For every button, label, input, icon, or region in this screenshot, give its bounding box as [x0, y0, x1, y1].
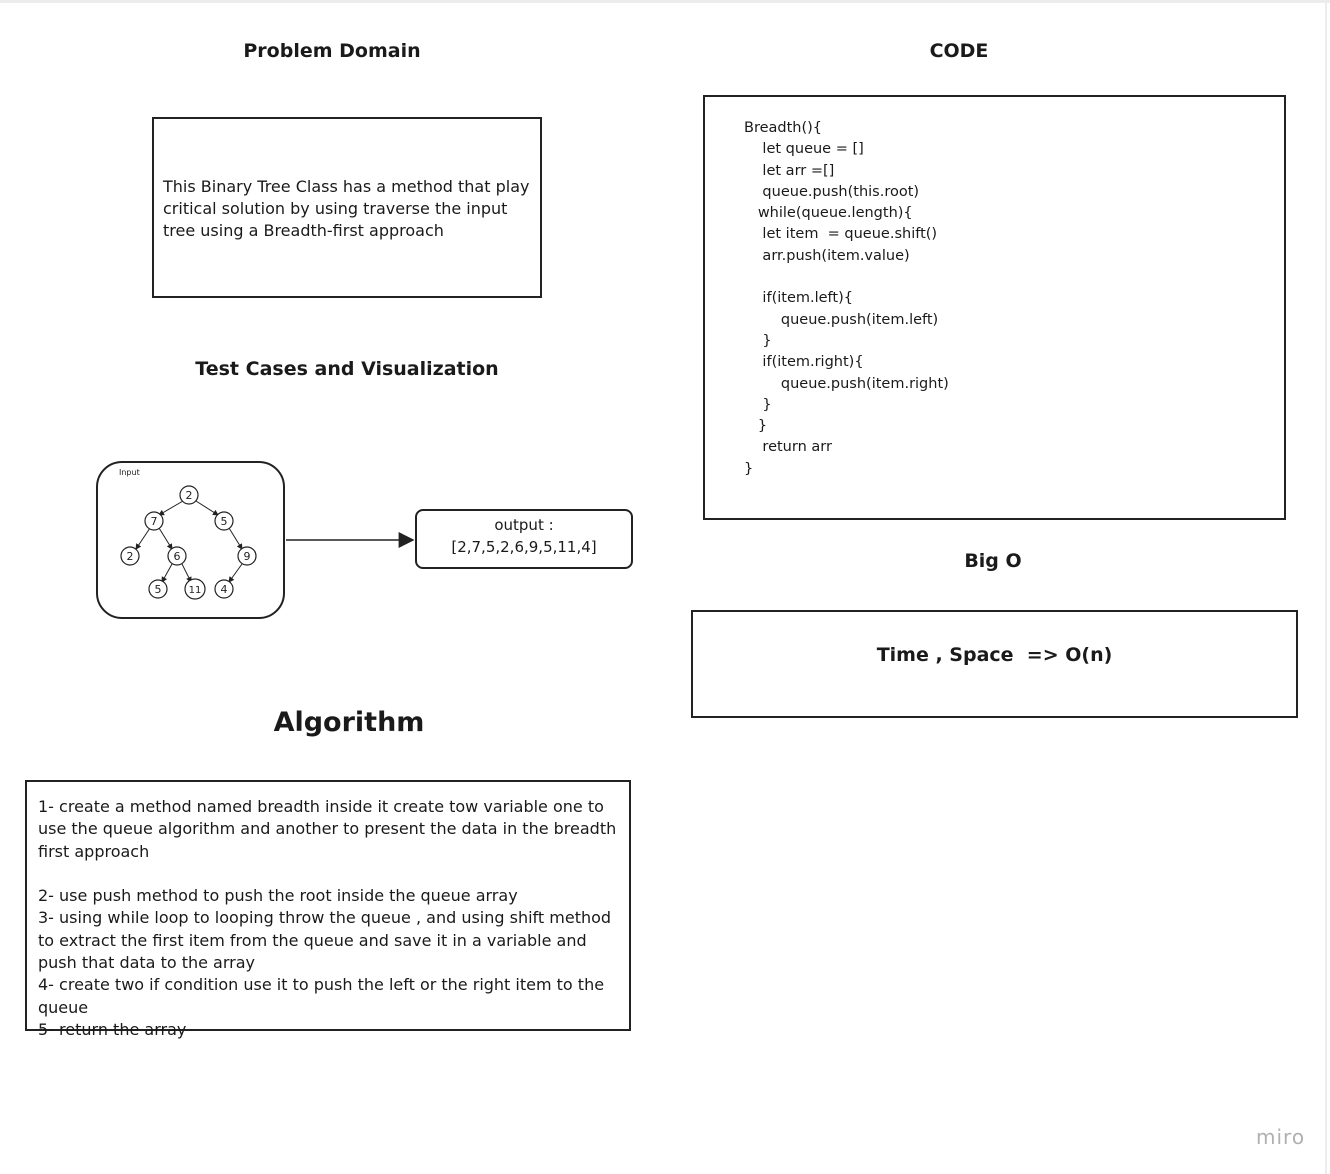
- input-label: Input: [119, 468, 140, 477]
- algorithm-step: 2- use push method to push the root insi…: [38, 886, 518, 906]
- code-line: Breadth(){: [744, 120, 823, 136]
- code-line: let item = queue.shift(): [744, 226, 938, 243]
- output-label: output :: [494, 516, 554, 534]
- problem-domain-box[interactable]: This Binary Tree Class has a method that…: [152, 117, 542, 298]
- code-line: arr.push(item.value): [744, 247, 910, 264]
- code-line: let arr =[]: [744, 162, 835, 179]
- code-line: queue.push(item.right): [744, 375, 949, 392]
- big-o-title: Big O: [964, 550, 1022, 572]
- code-line: while(queue.length){: [744, 205, 913, 222]
- algorithm-step: 4- create two if condition use it to pus…: [38, 975, 610, 1017]
- algorithm-box[interactable]: 1- create a method named breadth inside …: [25, 780, 631, 1039]
- code-line: queue.push(item.left): [744, 311, 939, 328]
- output-box[interactable]: output : [2,7,5,2,6,9,5,11,4]: [415, 509, 633, 569]
- board-top-edge: [0, 0, 1330, 3]
- test-cases-title: Test Cases and Visualization: [195, 358, 499, 380]
- code-line: if(item.left){: [744, 290, 853, 307]
- problem-domain-text: This Binary Tree Class has a method that…: [163, 177, 530, 240]
- code-box[interactable]: Breadth(){ let queue = [] let arr =[] qu…: [703, 95, 1286, 520]
- algorithm-step: 1- create a method named breadth inside …: [38, 797, 622, 861]
- output-value: [2,7,5,2,6,9,5,11,4]: [451, 538, 597, 556]
- problem-domain-title: Problem Domain: [243, 40, 421, 62]
- code-line: }: [744, 332, 772, 349]
- code-line: }: [744, 460, 754, 477]
- code-line: }: [744, 418, 768, 435]
- miro-logo: miro: [1256, 1125, 1306, 1149]
- algorithm-title: Algorithm: [273, 707, 425, 738]
- code-line: return arr: [744, 439, 832, 456]
- board-right-edge: [1325, 0, 1327, 1174]
- code-line: }: [744, 396, 772, 413]
- big-o-text: Time , Space => O(n): [876, 644, 1113, 666]
- code-line: let queue = []: [744, 141, 864, 158]
- code-title: CODE: [929, 40, 989, 62]
- code-line: if(item.right){: [744, 354, 864, 371]
- input-tree-panel[interactable]: Input: [96, 461, 285, 619]
- big-o-box[interactable]: Time , Space => O(n): [691, 610, 1298, 718]
- algorithm-step: 5- return the array: [38, 1019, 187, 1039]
- algorithm-step: 3- using while loop to looping throw the…: [38, 908, 622, 973]
- code-line: queue.push(this.root): [744, 183, 920, 200]
- algorithm-step: [38, 863, 621, 885]
